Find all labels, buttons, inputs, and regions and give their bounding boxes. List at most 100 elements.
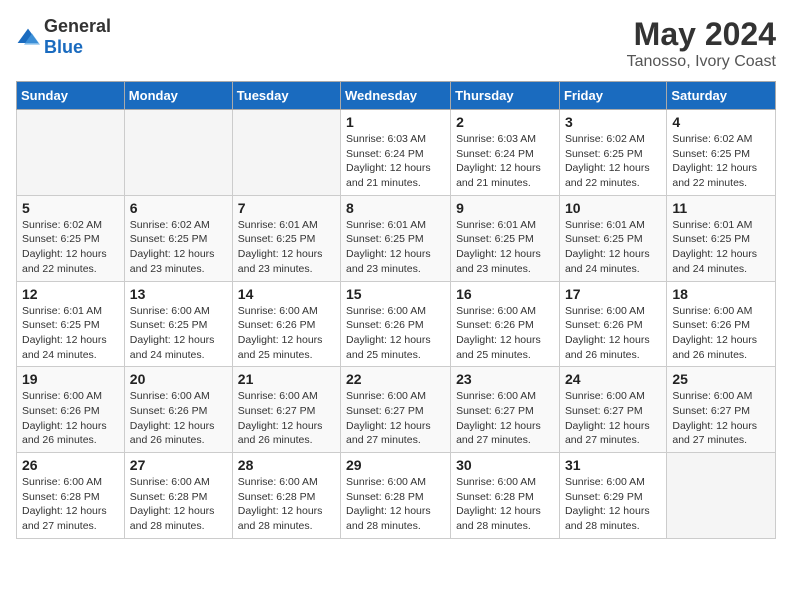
day-cell: 6Sunrise: 6:02 AM Sunset: 6:25 PM Daylig… <box>124 195 232 281</box>
day-number: 18 <box>672 286 770 302</box>
day-cell: 22 Sunrise: 6:00 AM Sunset: 6:27 PM Dayli… <box>341 367 451 453</box>
day-number: 7 <box>238 200 335 216</box>
day-info: Sunrise: 6:00 AM Sunset: 6:26 PM Dayligh… <box>346 304 445 363</box>
day-cell: 21 Sunrise: 6:00 AM Sunset: 6:27 PM Dayli… <box>232 367 340 453</box>
day-info: Sunrise: 6:02 AM Sunset: 6:25 PM Dayligh… <box>672 132 770 191</box>
day-cell: 11 Sunrise: 6:01 AM Sunset: 6:25 PM Dayli… <box>667 195 776 281</box>
day-cell: 23 Sunrise: 6:00 AM Sunset: 6:27 PM Dayli… <box>451 367 560 453</box>
header: General Blue May 2024 Tanosso, Ivory Coa… <box>16 16 776 71</box>
day-number: 26 <box>22 457 119 473</box>
day-number: 15 <box>346 286 445 302</box>
day-cell <box>667 453 776 539</box>
day-info: Sunrise: 6:01 AM Sunset: 6:25 PM Dayligh… <box>22 304 119 363</box>
day-info: Sunrise: 6:03 AM Sunset: 6:24 PM Dayligh… <box>346 132 445 191</box>
day-info: Sunrise: 6:02 AM Sunset: 6:25 PM Dayligh… <box>130 218 227 277</box>
day-cell: 20Sunrise: 6:00 AM Sunset: 6:26 PM Dayli… <box>124 367 232 453</box>
header-saturday: Saturday <box>667 82 776 110</box>
day-cell: 17 Sunrise: 6:00 AM Sunset: 6:26 PM Dayli… <box>559 281 666 367</box>
day-cell: 25 Sunrise: 6:00 AM Sunset: 6:27 PM Dayli… <box>667 367 776 453</box>
day-info: Sunrise: 6:00 AM Sunset: 6:26 PM Dayligh… <box>456 304 554 363</box>
day-cell: 10 Sunrise: 6:01 AM Sunset: 6:25 PM Dayli… <box>559 195 666 281</box>
calendar-header-row: SundayMondayTuesdayWednesdayThursdayFrid… <box>17 82 776 110</box>
header-sunday: Sunday <box>17 82 125 110</box>
day-number: 11 <box>672 200 770 216</box>
day-info: Sunrise: 6:00 AM Sunset: 6:27 PM Dayligh… <box>672 389 770 448</box>
day-cell: 2Sunrise: 6:03 AM Sunset: 6:24 PM Daylig… <box>451 110 560 196</box>
day-number: 3 <box>565 114 661 130</box>
day-number: 19 <box>22 371 119 387</box>
header-tuesday: Tuesday <box>232 82 340 110</box>
day-info: Sunrise: 6:00 AM Sunset: 6:28 PM Dayligh… <box>238 475 335 534</box>
day-cell: 7 Sunrise: 6:01 AM Sunset: 6:25 PM Daylig… <box>232 195 340 281</box>
calendar-table: SundayMondayTuesdayWednesdayThursdayFrid… <box>16 81 776 539</box>
day-info: Sunrise: 6:00 AM Sunset: 6:27 PM Dayligh… <box>456 389 554 448</box>
day-info: Sunrise: 6:01 AM Sunset: 6:25 PM Dayligh… <box>238 218 335 277</box>
day-cell: 29 Sunrise: 6:00 AM Sunset: 6:28 PM Dayli… <box>341 453 451 539</box>
week-row-5: 26 Sunrise: 6:00 AM Sunset: 6:28 PM Dayli… <box>17 453 776 539</box>
day-cell: 14Sunrise: 6:00 AM Sunset: 6:26 PM Dayli… <box>232 281 340 367</box>
day-cell <box>17 110 125 196</box>
day-cell: 5Sunrise: 6:02 AM Sunset: 6:25 PM Daylig… <box>17 195 125 281</box>
day-info: Sunrise: 6:00 AM Sunset: 6:28 PM Dayligh… <box>130 475 227 534</box>
day-info: Sunrise: 6:00 AM Sunset: 6:28 PM Dayligh… <box>22 475 119 534</box>
day-cell: 15 Sunrise: 6:00 AM Sunset: 6:26 PM Dayli… <box>341 281 451 367</box>
day-number: 22 <box>346 371 445 387</box>
day-number: 17 <box>565 286 661 302</box>
day-number: 10 <box>565 200 661 216</box>
day-cell: 4Sunrise: 6:02 AM Sunset: 6:25 PM Daylig… <box>667 110 776 196</box>
day-number: 12 <box>22 286 119 302</box>
day-cell: 27Sunrise: 6:00 AM Sunset: 6:28 PM Dayli… <box>124 453 232 539</box>
day-number: 28 <box>238 457 335 473</box>
day-info: Sunrise: 6:00 AM Sunset: 6:26 PM Dayligh… <box>565 304 661 363</box>
header-wednesday: Wednesday <box>341 82 451 110</box>
day-info: Sunrise: 6:00 AM Sunset: 6:28 PM Dayligh… <box>346 475 445 534</box>
day-cell: 3 Sunrise: 6:02 AM Sunset: 6:25 PM Daylig… <box>559 110 666 196</box>
day-cell: 31 Sunrise: 6:00 AM Sunset: 6:29 PM Dayli… <box>559 453 666 539</box>
day-info: Sunrise: 6:00 AM Sunset: 6:27 PM Dayligh… <box>565 389 661 448</box>
day-info: Sunrise: 6:00 AM Sunset: 6:26 PM Dayligh… <box>672 304 770 363</box>
header-thursday: Thursday <box>451 82 560 110</box>
logo: General Blue <box>16 16 111 58</box>
week-row-1: 1 Sunrise: 6:03 AM Sunset: 6:24 PM Daylig… <box>17 110 776 196</box>
day-number: 24 <box>565 371 661 387</box>
day-cell: 9Sunrise: 6:01 AM Sunset: 6:25 PM Daylig… <box>451 195 560 281</box>
day-cell: 30 Sunrise: 6:00 AM Sunset: 6:28 PM Dayli… <box>451 453 560 539</box>
day-number: 1 <box>346 114 445 130</box>
day-info: Sunrise: 6:02 AM Sunset: 6:25 PM Dayligh… <box>565 132 661 191</box>
day-cell <box>232 110 340 196</box>
day-cell: 16 Sunrise: 6:00 AM Sunset: 6:26 PM Dayli… <box>451 281 560 367</box>
week-row-2: 5 Sunrise: 6:02 AM Sunset: 6:25 PM Daylig… <box>17 195 776 281</box>
day-number: 16 <box>456 286 554 302</box>
day-number: 30 <box>456 457 554 473</box>
day-number: 21 <box>238 371 335 387</box>
day-number: 5 <box>22 200 119 216</box>
day-number: 23 <box>456 371 554 387</box>
day-number: 2 <box>456 114 554 130</box>
day-cell: 19 Sunrise: 6:00 AM Sunset: 6:26 PM Dayli… <box>17 367 125 453</box>
day-info: Sunrise: 6:01 AM Sunset: 6:25 PM Dayligh… <box>565 218 661 277</box>
day-number: 25 <box>672 371 770 387</box>
header-monday: Monday <box>124 82 232 110</box>
day-info: Sunrise: 6:00 AM Sunset: 6:28 PM Dayligh… <box>456 475 554 534</box>
day-info: Sunrise: 6:00 AM Sunset: 6:26 PM Dayligh… <box>238 304 335 363</box>
day-cell: 8Sunrise: 6:01 AM Sunset: 6:25 PM Daylig… <box>341 195 451 281</box>
day-number: 29 <box>346 457 445 473</box>
day-number: 13 <box>130 286 227 302</box>
subtitle: Tanosso, Ivory Coast <box>627 53 776 71</box>
logo-general: General <box>44 16 111 36</box>
header-friday: Friday <box>559 82 666 110</box>
title-area: May 2024 Tanosso, Ivory Coast <box>627 16 776 71</box>
day-info: Sunrise: 6:01 AM Sunset: 6:25 PM Dayligh… <box>672 218 770 277</box>
day-info: Sunrise: 6:00 AM Sunset: 6:26 PM Dayligh… <box>22 389 119 448</box>
day-info: Sunrise: 6:00 AM Sunset: 6:27 PM Dayligh… <box>346 389 445 448</box>
day-cell: 28 Sunrise: 6:00 AM Sunset: 6:28 PM Dayli… <box>232 453 340 539</box>
day-info: Sunrise: 6:01 AM Sunset: 6:25 PM Dayligh… <box>456 218 554 277</box>
day-cell: 26 Sunrise: 6:00 AM Sunset: 6:28 PM Dayli… <box>17 453 125 539</box>
day-info: Sunrise: 6:00 AM Sunset: 6:27 PM Dayligh… <box>238 389 335 448</box>
day-info: Sunrise: 6:00 AM Sunset: 6:25 PM Dayligh… <box>130 304 227 363</box>
day-info: Sunrise: 6:00 AM Sunset: 6:29 PM Dayligh… <box>565 475 661 534</box>
day-info: Sunrise: 6:01 AM Sunset: 6:25 PM Dayligh… <box>346 218 445 277</box>
day-number: 31 <box>565 457 661 473</box>
day-cell: 12 Sunrise: 6:01 AM Sunset: 6:25 PM Dayli… <box>17 281 125 367</box>
main-title: May 2024 <box>627 16 776 53</box>
